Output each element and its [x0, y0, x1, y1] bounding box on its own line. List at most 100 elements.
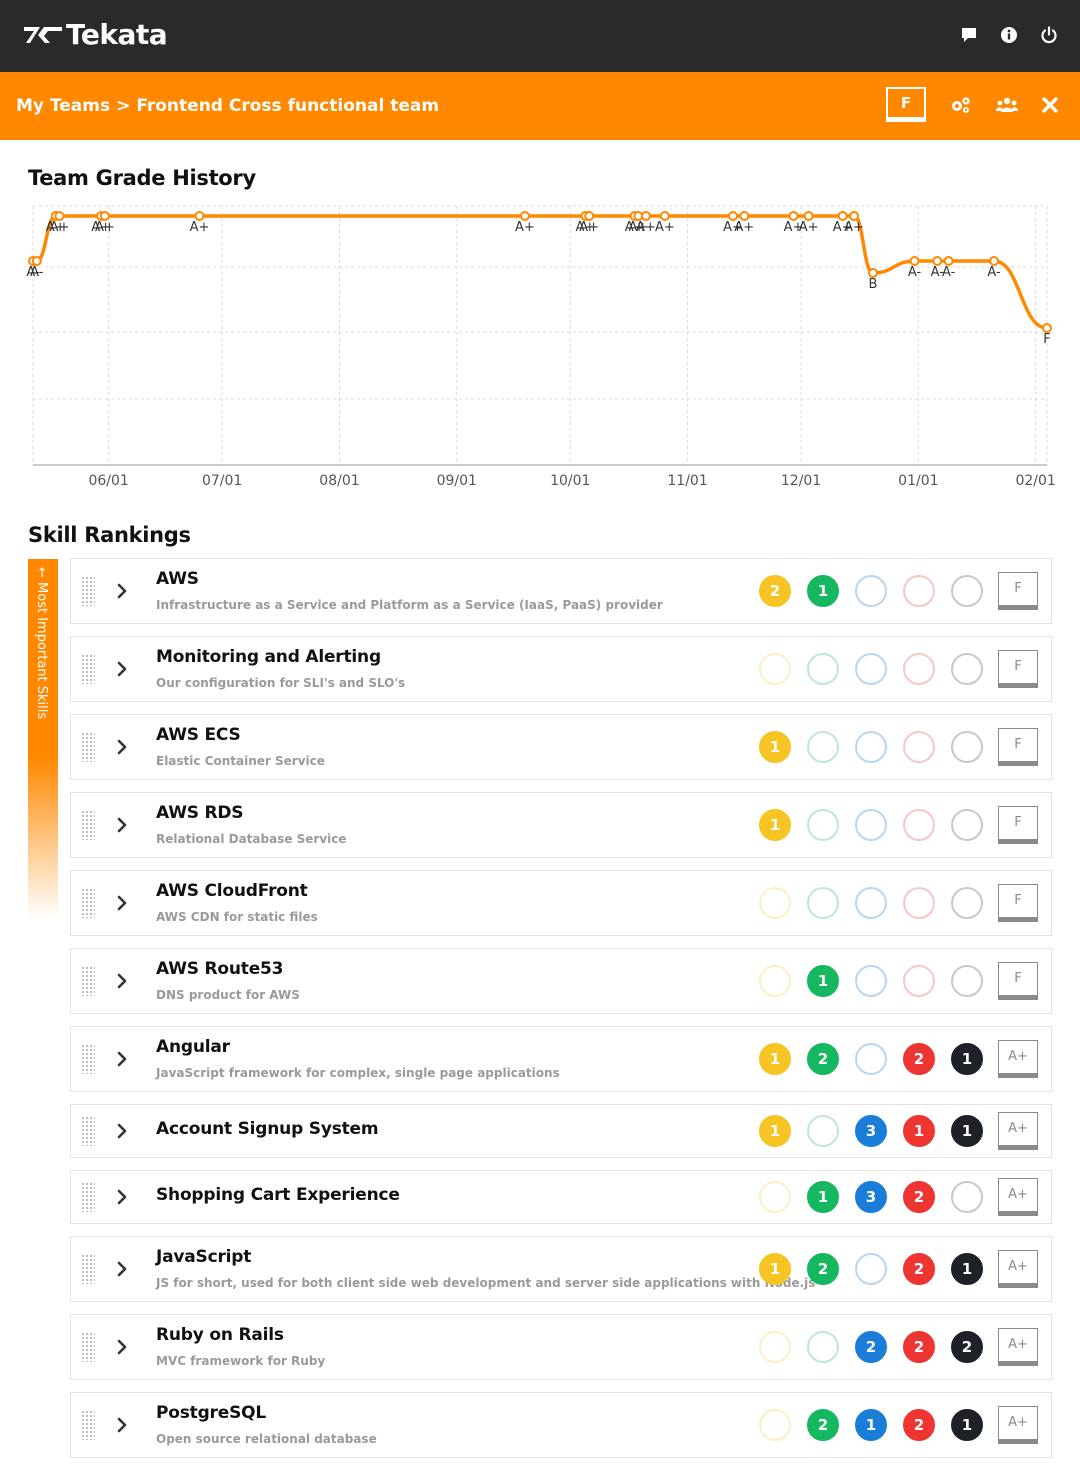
skill-name[interactable]: PostgreSQL: [156, 1403, 266, 1423]
skill-name[interactable]: AWS RDS: [156, 803, 244, 823]
skill-grade-badge[interactable]: A+: [998, 1178, 1038, 1216]
skill-level-5-count[interactable]: [951, 731, 983, 763]
skill-row[interactable]: Shopping Cart Experience 1 3 2 A+: [70, 1170, 1052, 1224]
info-icon[interactable]: [1000, 26, 1018, 44]
skill-level-4-count[interactable]: 2: [903, 1181, 935, 1213]
skill-level-4-count[interactable]: [903, 653, 935, 685]
skill-name[interactable]: Shopping Cart Experience: [156, 1185, 400, 1205]
grade-point[interactable]: [909, 256, 920, 266]
skill-row[interactable]: AWS Route53 DNS product for AWS 1 F: [70, 948, 1052, 1014]
skill-level-2-count[interactable]: 2: [807, 1409, 839, 1441]
grade-point[interactable]: [867, 268, 878, 278]
skill-level-3-count[interactable]: 3: [855, 1181, 887, 1213]
skill-row[interactable]: AWS ECS Elastic Container Service 1 F: [70, 714, 1052, 780]
skill-level-4-count[interactable]: [903, 731, 935, 763]
drag-handle-icon[interactable]: [81, 1044, 95, 1074]
skill-grade-badge[interactable]: F: [998, 884, 1038, 922]
grade-point[interactable]: [99, 211, 110, 221]
skill-level-2-count[interactable]: [807, 809, 839, 841]
skill-level-4-count[interactable]: 1: [903, 1115, 935, 1147]
skill-row[interactable]: PostgreSQL Open source relational databas…: [70, 1392, 1052, 1458]
skill-level-5-count[interactable]: [951, 887, 983, 919]
skill-level-3-count[interactable]: [855, 1043, 887, 1075]
drag-handle-icon[interactable]: [81, 888, 95, 918]
skill-name[interactable]: Account Signup System: [156, 1119, 379, 1139]
skill-level-3-count[interactable]: 1: [855, 1409, 887, 1441]
skill-name[interactable]: Monitoring and Alerting: [156, 647, 381, 667]
drag-handle-icon[interactable]: [81, 810, 95, 840]
skill-grade-badge[interactable]: A+: [998, 1328, 1038, 1366]
skill-grade-badge[interactable]: A+: [998, 1040, 1038, 1078]
skill-level-3-count[interactable]: [855, 887, 887, 919]
skill-level-1-count[interactable]: 1: [759, 1115, 791, 1147]
logo[interactable]: Tekata: [24, 18, 168, 51]
skill-level-1-count[interactable]: [759, 1409, 791, 1441]
chevron-right-icon[interactable]: [113, 1416, 131, 1434]
skill-level-5-count[interactable]: 2: [951, 1331, 983, 1363]
skill-name[interactable]: AWS CloudFront: [156, 881, 308, 901]
grade-point[interactable]: [54, 211, 65, 221]
drag-handle-icon[interactable]: [81, 1254, 95, 1284]
skill-level-3-count[interactable]: [855, 575, 887, 607]
chevron-right-icon[interactable]: [113, 1188, 131, 1206]
skill-level-2-count[interactable]: 1: [807, 965, 839, 997]
skill-level-2-count[interactable]: 2: [807, 1253, 839, 1285]
skill-name[interactable]: AWS Route53: [156, 959, 283, 979]
skill-level-3-count[interactable]: [855, 809, 887, 841]
skill-level-1-count[interactable]: [759, 653, 791, 685]
skill-level-1-count[interactable]: 1: [759, 1043, 791, 1075]
skill-level-4-count[interactable]: 2: [903, 1409, 935, 1441]
drag-handle-icon[interactable]: [81, 1116, 95, 1146]
skill-level-1-count[interactable]: [759, 965, 791, 997]
skill-level-2-count[interactable]: [807, 1331, 839, 1363]
skill-level-1-count[interactable]: 1: [759, 1253, 791, 1285]
skill-level-1-count[interactable]: 1: [759, 809, 791, 841]
skill-level-5-count[interactable]: [951, 965, 983, 997]
skill-level-1-count[interactable]: [759, 887, 791, 919]
grade-point[interactable]: [788, 211, 799, 221]
skill-row[interactable]: JavaScript JS for short, used for both cl…: [70, 1236, 1052, 1302]
skill-name[interactable]: Ruby on Rails: [156, 1325, 284, 1345]
skill-level-5-count[interactable]: 1: [951, 1043, 983, 1075]
skill-grade-badge[interactable]: F: [998, 728, 1038, 766]
grade-point[interactable]: [943, 256, 954, 266]
skill-name[interactable]: AWS: [156, 569, 199, 589]
skill-level-4-count[interactable]: [903, 809, 935, 841]
grade-point[interactable]: [640, 211, 651, 221]
skill-level-4-count[interactable]: 2: [903, 1253, 935, 1285]
skill-level-5-count[interactable]: [951, 575, 983, 607]
grade-point[interactable]: [194, 211, 205, 221]
team-members-icon[interactable]: [996, 97, 1018, 113]
drag-handle-icon[interactable]: [81, 654, 95, 684]
skill-level-1-count[interactable]: 1: [759, 731, 791, 763]
settings-icon[interactable]: [950, 96, 972, 114]
skill-grade-badge[interactable]: A+: [998, 1112, 1038, 1150]
skill-row[interactable]: AWS Infrastructure as a Service and Platf…: [70, 558, 1052, 624]
skill-level-4-count[interactable]: [903, 965, 935, 997]
close-icon[interactable]: [1042, 97, 1058, 113]
skill-level-5-count[interactable]: 1: [951, 1253, 983, 1285]
skill-row[interactable]: AWS CloudFront AWS CDN for static files F: [70, 870, 1052, 936]
grade-point[interactable]: [989, 256, 1000, 266]
skill-level-2-count[interactable]: 2: [807, 1043, 839, 1075]
grade-point[interactable]: [519, 211, 530, 221]
drag-handle-icon[interactable]: [81, 732, 95, 762]
skill-level-4-count[interactable]: 2: [903, 1331, 935, 1363]
skill-level-5-count[interactable]: 1: [951, 1115, 983, 1147]
drag-handle-icon[interactable]: [81, 1182, 95, 1212]
skill-level-2-count[interactable]: [807, 1115, 839, 1147]
skill-level-2-count[interactable]: 1: [807, 1181, 839, 1213]
drag-handle-icon[interactable]: [81, 966, 95, 996]
skill-row[interactable]: Monitoring and Alerting Our configuration…: [70, 636, 1052, 702]
grade-point[interactable]: [837, 211, 848, 221]
grade-point[interactable]: [932, 256, 943, 266]
grade-point[interactable]: [849, 211, 860, 221]
grade-point[interactable]: [739, 211, 750, 221]
chevron-right-icon[interactable]: [113, 1122, 131, 1140]
drag-handle-icon[interactable]: [81, 1410, 95, 1440]
skill-level-5-count[interactable]: 1: [951, 1409, 983, 1441]
skill-level-2-count[interactable]: [807, 887, 839, 919]
chevron-right-icon[interactable]: [113, 1338, 131, 1356]
skill-level-1-count[interactable]: 2: [759, 575, 791, 607]
chevron-right-icon[interactable]: [113, 972, 131, 990]
